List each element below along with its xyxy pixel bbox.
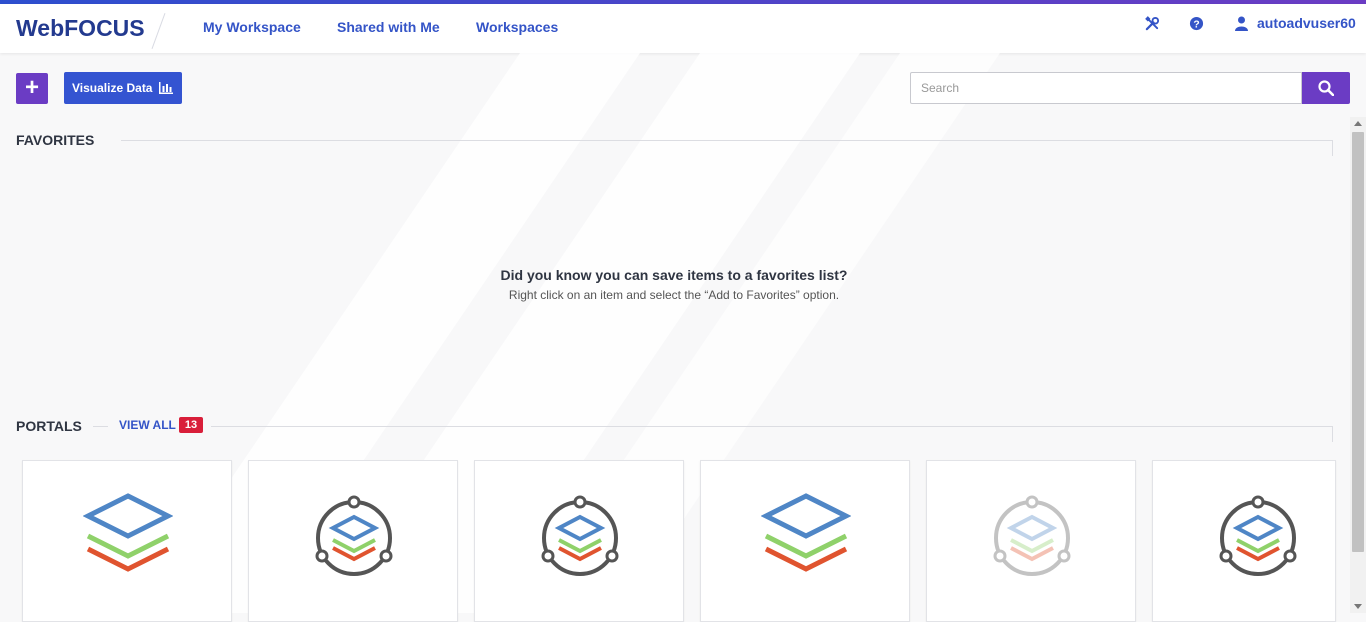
portal-orbit-icon: [993, 495, 1071, 576]
tools-icon[interactable]: [1145, 16, 1161, 32]
favorites-tip-text: Right click on an item and select the “A…: [508, 288, 840, 302]
view-all-link[interactable]: VIEW ALL: [119, 418, 176, 432]
favorites-divider: [121, 140, 1333, 141]
portals-divider-end: [1332, 426, 1333, 442]
favorites-title: FAVORITES: [16, 132, 95, 148]
visualize-data-label: Visualize Data: [72, 81, 153, 95]
portal-card[interactable]: [926, 460, 1136, 622]
portal-card[interactable]: [1152, 460, 1336, 622]
search-input[interactable]: [910, 72, 1302, 104]
search-icon: [1318, 80, 1334, 96]
nav-shared-with-me[interactable]: Shared with Me: [337, 19, 440, 35]
portal-card[interactable]: [700, 460, 910, 622]
scroll-down-arrow-icon[interactable]: [1350, 599, 1366, 613]
user-icon[interactable]: [1235, 16, 1251, 32]
portals-count-badge: 13: [179, 417, 203, 433]
portal-orbit-icon: [315, 495, 393, 576]
nav-my-workspace[interactable]: My Workspace: [203, 19, 301, 35]
portals-divider-left: [93, 426, 108, 427]
scrollbar-thumb[interactable]: [1352, 132, 1364, 552]
webfocus-logo[interactable]: WebFOCUS: [16, 15, 145, 42]
portals-divider: [211, 426, 1333, 427]
nav-workspaces[interactable]: Workspaces: [476, 19, 558, 35]
portal-orbit-icon: [541, 495, 619, 576]
portal-card[interactable]: [474, 460, 684, 622]
favorites-tip-title: Did you know you can save items to a fav…: [500, 267, 848, 283]
portal-orbit-icon: [1219, 495, 1297, 576]
search-button[interactable]: [1302, 72, 1350, 104]
portals-title: PORTALS: [16, 418, 82, 434]
portal-card[interactable]: [22, 460, 232, 622]
layers-icon: [83, 493, 173, 572]
favorites-divider-end: [1332, 140, 1333, 156]
layers-icon: [761, 493, 851, 572]
bar-chart-icon: [159, 82, 173, 94]
top-header: WebFOCUS My Workspace Shared with Me Wor…: [0, 4, 1366, 53]
help-icon[interactable]: ?: [1189, 16, 1205, 32]
scroll-up-arrow-icon[interactable]: [1350, 117, 1366, 131]
username-menu[interactable]: autoadvuser60: [1257, 15, 1356, 31]
svg-text:?: ?: [1193, 19, 1199, 30]
vertical-scrollbar[interactable]: [1350, 117, 1366, 613]
add-button[interactable]: +: [16, 73, 48, 104]
logo-divider: [151, 12, 166, 50]
portal-card[interactable]: [248, 460, 458, 622]
visualize-data-button[interactable]: Visualize Data: [64, 72, 182, 104]
